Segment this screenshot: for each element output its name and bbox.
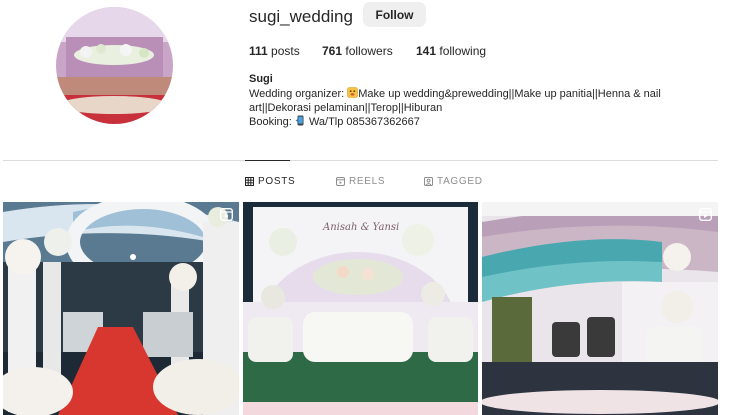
bio-line-2: art||Dekorasi pelaminan||Terop||Hiburan bbox=[249, 101, 443, 114]
following-count: 141 bbox=[416, 44, 437, 58]
bio-line-1-prefix: Wedding organizer: bbox=[249, 88, 348, 100]
tab-posts[interactable]: POSTS bbox=[245, 176, 295, 187]
followers-count: 761 bbox=[322, 44, 343, 58]
tab-tagged-label: TAGGED bbox=[437, 176, 483, 187]
posts-count: 111 bbox=[249, 44, 268, 58]
profile-avatar[interactable] bbox=[56, 7, 173, 124]
post-caption-script: Anisah & Yansi bbox=[323, 222, 400, 233]
grid-icon bbox=[245, 177, 254, 186]
following-stat[interactable]: 141 following bbox=[416, 44, 486, 58]
followers-label: followers bbox=[345, 44, 393, 58]
tabs-divider bbox=[3, 160, 718, 161]
profile-bio: Wedding organizer: Make up wedding&prewe… bbox=[249, 87, 679, 130]
profile-name: Sugi bbox=[249, 73, 273, 85]
reel-badge-icon bbox=[699, 208, 712, 221]
tab-reels[interactable]: REELS bbox=[336, 176, 385, 187]
bio-line-3-text: Wa/Tlp 085367362667 bbox=[308, 116, 420, 128]
bio-line-1-text: Make up wedding&prewedding||Make up pani… bbox=[358, 88, 661, 100]
post-thumbnail[interactable] bbox=[482, 202, 718, 415]
post-thumbnail[interactable] bbox=[3, 202, 239, 415]
posts-stat: 111 posts bbox=[249, 44, 300, 58]
follow-button[interactable]: Follow bbox=[363, 2, 426, 27]
face-emoji-icon bbox=[347, 87, 359, 98]
post-image bbox=[243, 202, 478, 415]
post-image bbox=[482, 202, 718, 415]
reels-icon bbox=[336, 177, 345, 186]
reel-badge-icon bbox=[220, 208, 233, 221]
phone-emoji-icon bbox=[295, 115, 306, 126]
tab-posts-label: POSTS bbox=[258, 176, 296, 187]
profile-username: sugi_wedding bbox=[249, 7, 353, 26]
bio-line-3: Booking: Wa/Tlp 085367362667 bbox=[249, 115, 679, 130]
bio-line-3-prefix: Booking: bbox=[249, 116, 295, 128]
tab-tagged[interactable]: TAGGED bbox=[424, 176, 483, 187]
bio-line-1: Wedding organizer: Make up wedding&prewe… bbox=[249, 87, 679, 102]
tab-reels-label: REELS bbox=[349, 176, 386, 187]
post-thumbnail[interactable]: Anisah & Yansi bbox=[243, 202, 478, 415]
tagged-icon bbox=[424, 177, 433, 186]
active-tab-indicator bbox=[245, 160, 290, 161]
following-label: following bbox=[439, 44, 487, 58]
posts-label: posts bbox=[271, 44, 300, 58]
post-image bbox=[3, 202, 239, 415]
followers-stat[interactable]: 761 followers bbox=[322, 44, 393, 58]
